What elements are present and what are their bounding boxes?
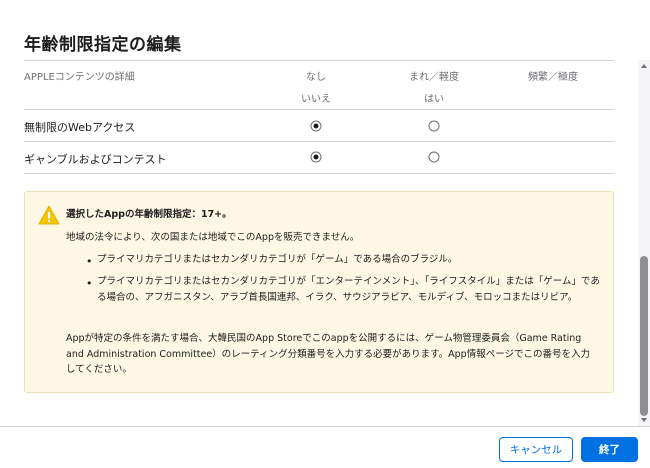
table-header-label: APPLEコンテンツの詳細: [24, 72, 135, 83]
bullet-item: プライマリカテゴリまたはセカンダリカテゴリが「エンターテインメント」、「ライフス…: [97, 276, 600, 303]
column-header-none: なし: [306, 72, 326, 83]
row-label-unrestricted-web: 無制限のWebアクセス: [24, 121, 136, 134]
radio-unrestricted-web-none[interactable]: [310, 120, 322, 132]
done-button[interactable]: 終了: [581, 437, 638, 462]
column-header-infrequent: まれ／軽度: [409, 72, 459, 83]
column-subheader-no: いいえ: [301, 94, 331, 105]
scroll-thumb[interactable]: [640, 256, 648, 416]
legal-line: 地域の法令により、次の国または地域でこのAppを販売できません。: [66, 232, 360, 243]
radio-unrestricted-web-yes[interactable]: [428, 120, 440, 132]
warning-box: 選択したAppの年齢制限指定：17+。 地域の法令により、次の国または地域でこの…: [24, 191, 614, 393]
dialog-title: 年齢制限指定の編集: [24, 35, 182, 55]
divider: [24, 60, 614, 61]
divider: [24, 173, 614, 174]
warning-triangle-icon: [38, 205, 60, 225]
bullet-dot: •: [86, 277, 93, 290]
bullet-dot: •: [86, 255, 93, 268]
radio-gambling-none[interactable]: [310, 151, 322, 163]
scrollbar[interactable]: [638, 60, 650, 426]
column-header-frequent: 頻繁／極度: [528, 72, 578, 83]
cancel-button[interactable]: キャンセル: [499, 437, 573, 462]
footer-divider: [0, 426, 650, 427]
bullet-item: プライマリカテゴリまたはセカンダリカテゴリが「ゲーム」である場合のブラジル。: [97, 254, 458, 265]
scroll-up-arrow-icon[interactable]: [641, 64, 647, 68]
column-subheader-yes: はい: [424, 94, 444, 105]
row-label-gambling: ギャンブルおよびコンテスト: [24, 153, 167, 166]
edit-age-rating-dialog: 年齢制限指定の編集 APPLEコンテンツの詳細 なし まれ／軽度 頻繁／極度 い…: [0, 0, 650, 468]
divider: [24, 109, 614, 110]
rating-line: 選択したAppの年齢制限指定：17+。: [66, 209, 232, 220]
radio-gambling-yes[interactable]: [428, 151, 440, 163]
korea-note: Appが特定の条件を満たす場合、大韓民国のApp Storeでこのappを公開す…: [66, 333, 591, 375]
scroll-down-arrow-icon[interactable]: [641, 418, 647, 422]
divider: [24, 141, 614, 142]
